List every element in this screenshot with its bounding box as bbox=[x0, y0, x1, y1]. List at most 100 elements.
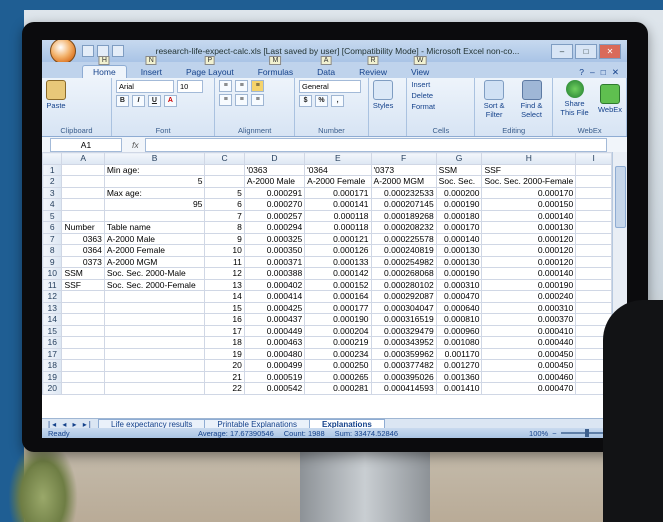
table-cell[interactable]: 15 bbox=[204, 301, 245, 314]
column-header[interactable]: C bbox=[204, 152, 245, 165]
delete-cells-button[interactable]: Delete bbox=[411, 91, 433, 100]
table-cell[interactable]: 0.000141 bbox=[304, 198, 372, 211]
table-cell[interactable]: Table name bbox=[103, 221, 206, 234]
table-cell[interactable]: SSM bbox=[435, 163, 483, 176]
workbook-minimize-button[interactable]: – bbox=[590, 67, 595, 78]
table-cell[interactable] bbox=[575, 209, 612, 222]
table-cell[interactable]: 0.000190 bbox=[435, 198, 483, 211]
row-header[interactable]: 8 bbox=[42, 244, 63, 257]
select-all-corner[interactable] bbox=[42, 152, 63, 165]
table-cell[interactable]: 0.000316519 bbox=[370, 313, 437, 326]
row-header[interactable]: 9 bbox=[42, 255, 63, 268]
table-cell[interactable]: 0.001170 bbox=[435, 347, 483, 360]
row-header[interactable]: 13 bbox=[42, 301, 63, 314]
table-cell[interactable] bbox=[103, 209, 206, 222]
table-cell[interactable] bbox=[103, 313, 206, 326]
table-cell[interactable]: 0.000291 bbox=[243, 186, 306, 199]
fx-icon[interactable]: fx bbox=[132, 140, 139, 150]
table-cell[interactable]: 0.000189268 bbox=[370, 209, 437, 222]
table-cell[interactable] bbox=[103, 336, 206, 349]
table-cell[interactable] bbox=[575, 163, 612, 176]
table-cell[interactable] bbox=[61, 163, 105, 176]
tab-data[interactable]: Data A bbox=[307, 56, 345, 78]
share-file-button[interactable]: Share This File bbox=[557, 80, 592, 117]
table-cell[interactable]: 0.000960 bbox=[435, 324, 483, 337]
table-cell[interactable]: 10 bbox=[204, 244, 245, 257]
table-cell[interactable]: 0.000402 bbox=[243, 278, 306, 291]
row-header[interactable]: 3 bbox=[42, 186, 63, 199]
percent-icon[interactable]: % bbox=[315, 95, 329, 107]
table-cell[interactable]: SSF bbox=[61, 278, 105, 291]
table-cell[interactable]: 0.000190 bbox=[435, 267, 483, 280]
table-cell[interactable]: 18 bbox=[204, 336, 245, 349]
tab-insert[interactable]: Insert N bbox=[131, 56, 172, 78]
table-cell[interactable]: 0.000190 bbox=[481, 278, 577, 291]
table-cell[interactable]: 0.000470 bbox=[481, 382, 577, 395]
table-cell[interactable] bbox=[575, 244, 612, 257]
table-cell[interactable]: 0.000292087 bbox=[370, 290, 437, 303]
table-cell[interactable] bbox=[575, 267, 612, 280]
table-cell[interactable]: 0.000130 bbox=[481, 221, 577, 234]
table-cell[interactable] bbox=[61, 175, 105, 188]
table-cell[interactable]: 0.000640 bbox=[435, 301, 483, 314]
row-header[interactable]: 16 bbox=[42, 336, 63, 349]
row-header[interactable]: 18 bbox=[42, 359, 63, 372]
table-cell[interactable]: 19 bbox=[204, 347, 245, 360]
table-cell[interactable]: 0.000121 bbox=[304, 232, 372, 245]
table-cell[interactable]: 0.000133 bbox=[304, 255, 372, 268]
table-cell[interactable]: 0.000499 bbox=[243, 359, 306, 372]
table-cell[interactable] bbox=[61, 336, 105, 349]
table-cell[interactable]: 0.000310 bbox=[481, 301, 577, 314]
table-cell[interactable]: 0.001080 bbox=[435, 336, 483, 349]
table-cell[interactable]: 0.000208232 bbox=[370, 221, 437, 234]
table-cell[interactable] bbox=[103, 359, 206, 372]
table-cell[interactable]: 0.000329479 bbox=[370, 324, 437, 337]
table-cell[interactable]: 0.000240 bbox=[481, 290, 577, 303]
table-cell[interactable]: 0.000294 bbox=[243, 221, 306, 234]
table-cell[interactable]: 17 bbox=[204, 324, 245, 337]
row-header[interactable]: 6 bbox=[42, 221, 63, 234]
table-cell[interactable]: 0.000150 bbox=[481, 198, 577, 211]
save-icon[interactable] bbox=[82, 45, 94, 57]
table-cell[interactable]: 0.000126 bbox=[304, 244, 372, 257]
spreadsheet-grid[interactable]: A B C D E F G H I 1 Min age: '0363'0364'03… bbox=[42, 152, 612, 418]
table-cell[interactable]: 0.000140 bbox=[435, 232, 483, 245]
table-cell[interactable] bbox=[103, 347, 206, 360]
row-header[interactable]: 15 bbox=[42, 324, 63, 337]
table-cell[interactable] bbox=[575, 278, 612, 291]
tab-page-layout[interactable]: Page Layout P bbox=[176, 56, 244, 78]
table-cell[interactable] bbox=[103, 324, 206, 337]
table-cell[interactable] bbox=[61, 186, 105, 199]
font-name-select[interactable]: Arial bbox=[115, 80, 174, 93]
tab-review[interactable]: Review R bbox=[349, 56, 397, 78]
table-cell[interactable]: 0.000395026 bbox=[370, 370, 437, 383]
table-cell[interactable]: 14 bbox=[204, 290, 245, 303]
table-cell[interactable] bbox=[61, 290, 105, 303]
table-cell[interactable]: 0.000377482 bbox=[370, 359, 437, 372]
font-size-select[interactable]: 10 bbox=[176, 80, 203, 93]
webex-button[interactable]: WebEx bbox=[598, 83, 622, 114]
italic-icon[interactable]: I bbox=[131, 95, 145, 107]
table-cell[interactable]: 0.000414 bbox=[243, 290, 306, 303]
table-cell[interactable]: 22 bbox=[204, 382, 245, 395]
table-cell[interactable] bbox=[61, 324, 105, 337]
paste-button[interactable]: Paste bbox=[46, 80, 66, 110]
table-cell[interactable]: 0.000219 bbox=[304, 336, 372, 349]
table-cell[interactable]: Soc. Sec. 2000-Female bbox=[103, 278, 206, 291]
table-cell[interactable]: 0.000190 bbox=[304, 313, 372, 326]
table-cell[interactable]: 0.000542 bbox=[243, 382, 306, 395]
table-cell[interactable] bbox=[575, 232, 612, 245]
table-cell[interactable]: 0.000280102 bbox=[370, 278, 437, 291]
table-cell[interactable]: 0.000120 bbox=[481, 232, 577, 245]
comma-icon[interactable]: , bbox=[331, 95, 345, 107]
table-cell[interactable]: 0.000130 bbox=[435, 255, 483, 268]
table-cell[interactable]: 0.000130 bbox=[435, 244, 483, 257]
table-cell[interactable]: 0.000140 bbox=[481, 209, 577, 222]
find-select-button[interactable]: Find & Select bbox=[515, 80, 548, 119]
table-cell[interactable]: 0.000371 bbox=[243, 255, 306, 268]
currency-icon[interactable]: $ bbox=[299, 95, 313, 107]
sort-filter-button[interactable]: Sort & Filter bbox=[479, 80, 509, 119]
table-cell[interactable]: 0.000425 bbox=[243, 301, 306, 314]
align-top-icon[interactable]: ≡ bbox=[219, 80, 233, 92]
table-cell[interactable]: A-2000 Female bbox=[304, 175, 372, 188]
